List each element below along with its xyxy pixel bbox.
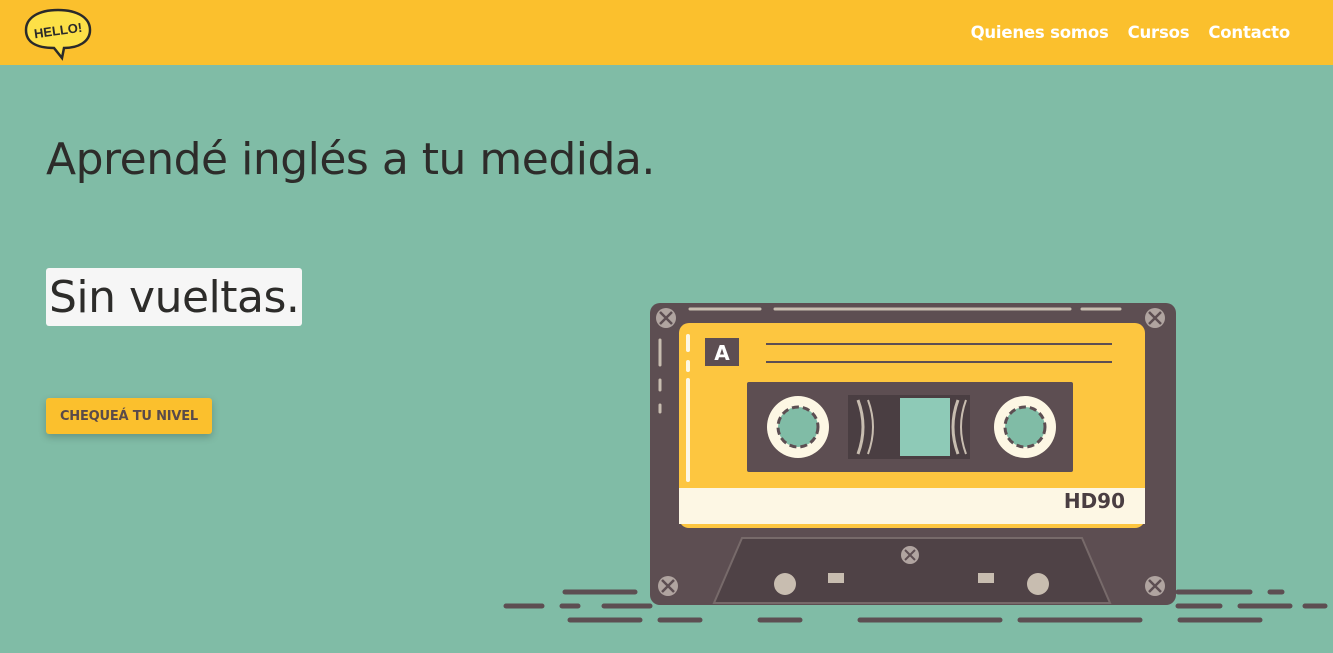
nav-links: Quienes somos Cursos Contacto bbox=[952, 0, 1291, 65]
nav-link-contacto[interactable]: Contacto bbox=[1208, 23, 1290, 42]
cassette-illustration: A HD90 bbox=[503, 303, 1328, 623]
hero-subtitle: Sin vueltas. bbox=[46, 268, 303, 326]
speech-bubble-logo-icon: HELLO! bbox=[24, 8, 92, 61]
navbar: HELLO! Quienes somos Cursos Contacto bbox=[0, 0, 1333, 65]
nav-link-quienes-somos[interactable]: Quienes somos bbox=[971, 23, 1109, 42]
logo[interactable]: HELLO! bbox=[22, 6, 94, 62]
side-label: A bbox=[714, 341, 730, 365]
nav-link-cursos[interactable]: Cursos bbox=[1128, 23, 1190, 42]
tape-label: HD90 bbox=[1064, 489, 1125, 513]
check-level-button[interactable]: CHEQUEÁ TU NIVEL bbox=[46, 398, 212, 434]
hero-title: Aprendé inglés a tu medida. bbox=[46, 134, 655, 185]
